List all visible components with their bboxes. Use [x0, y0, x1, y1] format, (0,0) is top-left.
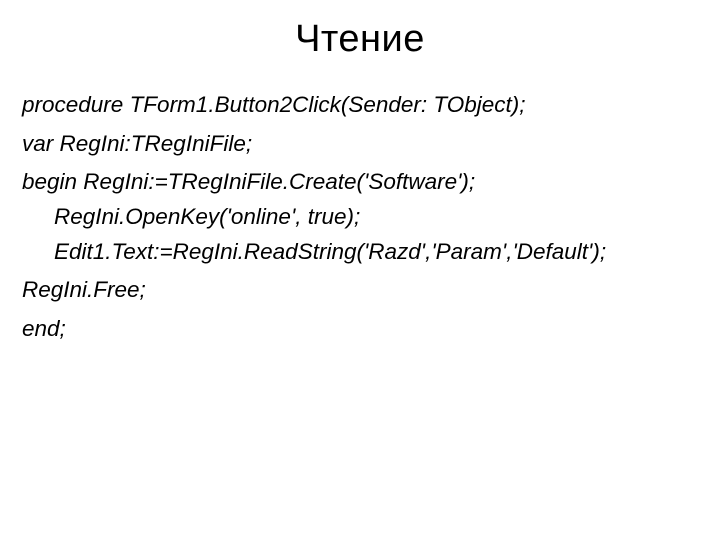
code-line-readstring: Edit1.Text:=RegIni.ReadString('Razd','Pa…: [22, 236, 698, 269]
code-line-var: var RegIni:TRegIniFile;: [22, 128, 698, 161]
slide-container: Чтение procedure TForm1.Button2Click(Sen…: [0, 0, 720, 540]
code-line-begin: begin RegIni:=TRegIniFile.Create('Softwa…: [22, 166, 698, 199]
code-line-openkey: RegIni.OpenKey('online', true);: [22, 201, 698, 234]
code-line-procedure: procedure TForm1.Button2Click(Sender: TO…: [22, 89, 698, 122]
slide-title: Чтение: [22, 18, 698, 61]
code-line-free: RegIni.Free;: [22, 274, 698, 307]
code-line-end: end;: [22, 313, 698, 346]
code-block: procedure TForm1.Button2Click(Sender: TO…: [22, 89, 698, 345]
